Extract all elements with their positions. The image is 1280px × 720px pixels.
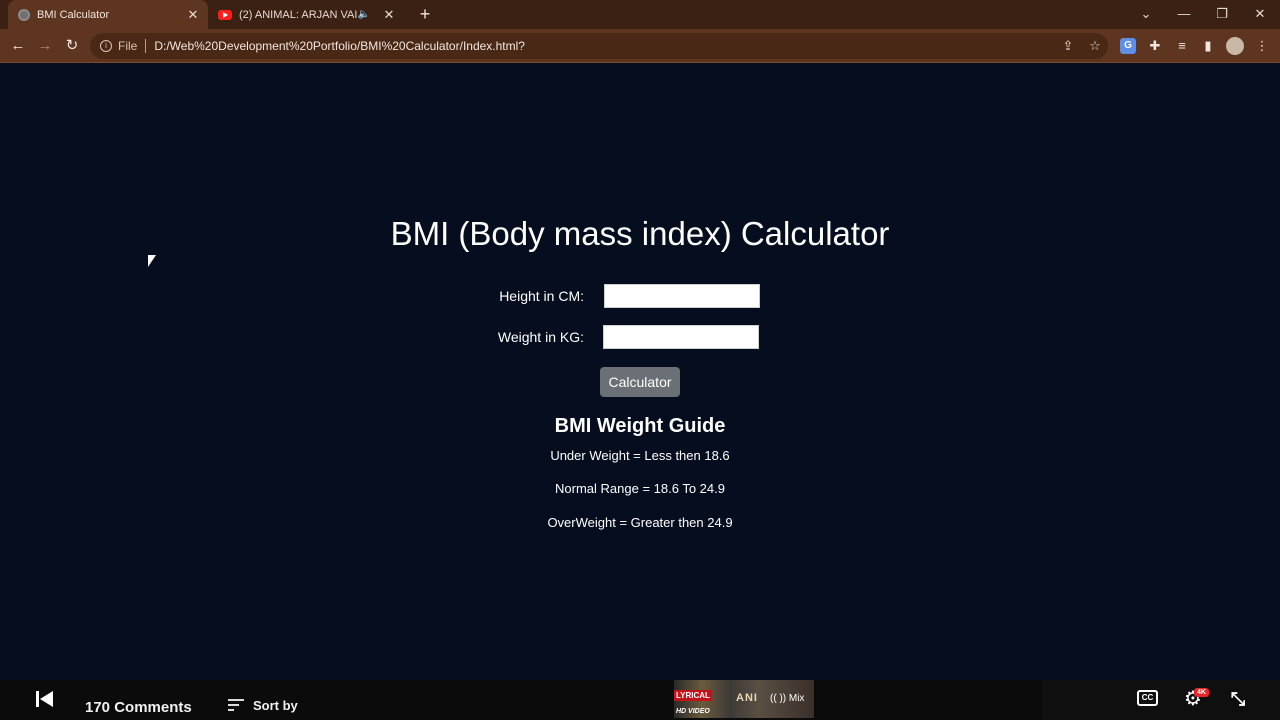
weight-input[interactable] (603, 325, 759, 349)
quality-badge: 4K (1194, 688, 1209, 697)
guide-underweight: Under Weight = Less then 18.6 (550, 448, 730, 463)
restore-icon[interactable]: ❐ (1203, 0, 1241, 29)
google-translate-icon[interactable]: G (1120, 38, 1136, 54)
video-thumbnail[interactable]: LYRICAL HD VIDEO ANI (( )) Mix (674, 680, 814, 718)
profile-avatar[interactable] (1226, 37, 1244, 55)
tab-close-icon[interactable]: ✕ (380, 7, 398, 23)
speaker-icon[interactable]: 🔈 (358, 9, 370, 20)
tab-title: BMI Calculator (37, 8, 110, 21)
scheme-label: File (118, 39, 138, 53)
menu-kebab-icon[interactable]: ⋮ (1252, 36, 1272, 56)
weight-row: Weight in KG: (0, 325, 1280, 351)
address-separator (145, 39, 147, 53)
sort-by-button[interactable]: Sort by (253, 698, 298, 713)
hd-video-label: HD VIDEO (676, 708, 710, 715)
guide-title: BMI Weight Guide (554, 415, 726, 437)
share-icon[interactable]: ⇪ (1058, 33, 1078, 59)
back-icon[interactable]: ← (7, 35, 29, 57)
browser-tab-bar: BMI Calculator ✕ (2) ANIMAL: ARJAN VAILL… (0, 0, 1280, 29)
comments-count: 170 Comments (85, 699, 192, 716)
video-overlay-bar: 170 Comments Sort by LYRICAL HD VIDEO AN… (0, 680, 1280, 720)
forward-icon[interactable]: → (34, 35, 56, 57)
mix-label: (( )) Mix (770, 693, 805, 704)
sort-icon[interactable] (228, 699, 244, 711)
weight-label: Weight in KG: (497, 329, 584, 345)
media-control-icon[interactable]: ≡ (1172, 36, 1192, 56)
thumbnail-title: ANI (736, 692, 758, 704)
page-title: BMI (Body mass index) Calculator (390, 215, 890, 252)
minimize-icon[interactable]: — (1165, 0, 1203, 29)
side-panel-icon[interactable]: ▮ (1198, 36, 1218, 56)
closed-captions-icon[interactable]: CC (1137, 690, 1158, 706)
bookmark-star-icon[interactable]: ☆ (1085, 33, 1105, 59)
tab-close-icon[interactable]: ✕ (184, 7, 202, 23)
youtube-favicon-icon (218, 9, 232, 20)
height-label: Height in CM: (499, 288, 584, 304)
bmi-page: BMI (Body mass index) Calculator Height … (0, 64, 1280, 680)
calculator-button[interactable]: Calculator (600, 367, 680, 397)
tab-search-icon[interactable]: ⌄ (1127, 0, 1165, 29)
url-text[interactable]: D:/Web%20Development%20Portfolio/BMI%20C… (154, 39, 525, 53)
guide-overweight: OverWeight = Greater then 24.9 (547, 515, 733, 530)
address-bar[interactable]: i File D:/Web%20Development%20Portfolio/… (90, 33, 1108, 59)
reload-icon[interactable]: ↻ (61, 35, 83, 57)
tab-youtube-video[interactable]: (2) ANIMAL: ARJAN VAILLY | 🔈 ✕ (210, 0, 404, 29)
extensions-puzzle-icon[interactable]: ✚ (1145, 36, 1165, 56)
close-window-icon[interactable]: ✕ (1241, 0, 1279, 29)
browser-toolbar: ← → ↻ i File D:/Web%20Development%20Port… (0, 29, 1280, 63)
info-icon[interactable]: i (100, 40, 112, 52)
globe-favicon-icon (18, 8, 30, 21)
height-input[interactable] (604, 284, 760, 308)
new-tab-button[interactable]: + (414, 3, 436, 25)
tab-title: (2) ANIMAL: ARJAN VAILLY | (239, 8, 358, 21)
previous-video-icon[interactable] (34, 689, 56, 709)
guide-normal: Normal Range = 18.6 To 24.9 (555, 481, 725, 496)
height-row: Height in CM: (0, 284, 1280, 310)
lyrical-badge: LYRICAL (674, 690, 712, 701)
tab-bmi-calculator[interactable]: BMI Calculator ✕ (8, 0, 208, 29)
exit-fullscreen-icon[interactable]: ⤡ (1227, 688, 1249, 710)
